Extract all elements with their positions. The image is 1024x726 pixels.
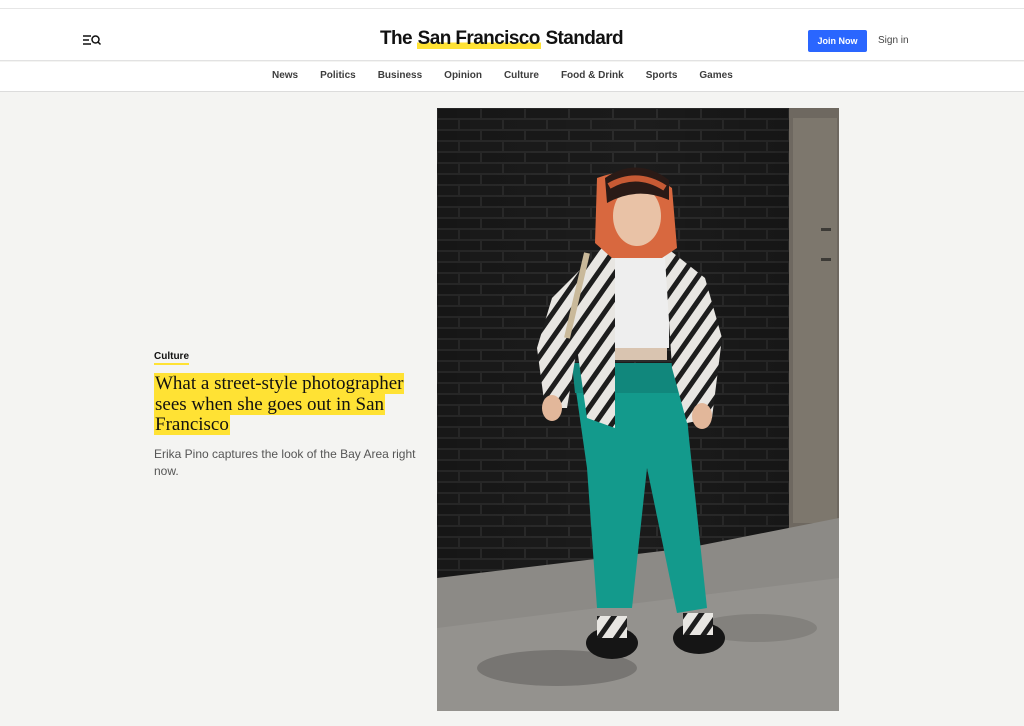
- logo-prefix: The: [380, 28, 417, 49]
- top-bar: [0, 0, 1024, 9]
- logo-suffix: Standard: [540, 28, 623, 49]
- site-header: The San Francisco Standard Join Now Sign…: [0, 9, 1024, 61]
- section-nav: News Politics Business Opinion Culture F…: [0, 62, 1024, 92]
- nav-item-culture[interactable]: Culture: [493, 62, 550, 90]
- nav-item-food-drink[interactable]: Food & Drink: [550, 62, 635, 90]
- article-kicker[interactable]: Culture: [154, 351, 189, 365]
- nav-item-politics[interactable]: Politics: [309, 62, 367, 90]
- article-headline[interactable]: What a street-style photographer sees wh…: [154, 373, 416, 436]
- headline-text[interactable]: What a street-style photographer sees wh…: [154, 373, 405, 435]
- article-photo[interactable]: [437, 108, 839, 711]
- article-dek: Erika Pino captures the look of the Bay …: [154, 446, 416, 478]
- join-now-button[interactable]: Join Now: [808, 30, 867, 52]
- menu-search-icon[interactable]: [82, 33, 102, 47]
- featured-article: Culture What a street-style photographer…: [154, 346, 416, 480]
- nav-item-sports[interactable]: Sports: [635, 62, 689, 90]
- nav-item-games[interactable]: Games: [688, 62, 743, 90]
- nav-item-business[interactable]: Business: [367, 62, 433, 90]
- logo-highlight: San Francisco: [416, 28, 541, 49]
- sign-in-link[interactable]: Sign in: [878, 35, 909, 46]
- nav-item-news[interactable]: News: [261, 62, 309, 90]
- nav-item-opinion[interactable]: Opinion: [433, 62, 493, 90]
- site-logo[interactable]: The San Francisco Standard: [380, 28, 624, 52]
